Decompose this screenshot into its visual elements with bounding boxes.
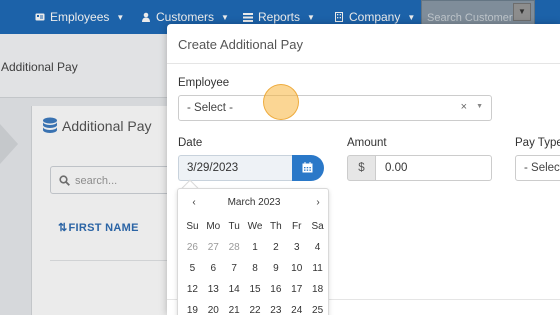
weekday-label: Tu [228, 221, 240, 232]
calendar-month-label[interactable]: March 2023 [178, 197, 330, 208]
day-cell[interactable]: 23 [265, 303, 286, 315]
day-cell[interactable]: 14 [224, 282, 245, 303]
week-row: 12 13 14 15 16 17 18 [182, 282, 328, 303]
day-cell[interactable]: 28 [224, 240, 245, 261]
day-cell[interactable]: 22 [245, 303, 266, 315]
weekday-label: Sa [311, 221, 324, 232]
amount-field[interactable]: 0.00 [375, 155, 492, 181]
weekday-label: Su [186, 221, 199, 232]
day-cell[interactable]: 25 [307, 303, 328, 315]
day-cell[interactable]: 24 [286, 303, 307, 315]
calendar-button[interactable] [292, 155, 324, 181]
week-row: 26 27 28 1 2 3 4 [182, 240, 328, 261]
week-row: 19 20 21 22 23 24 25 [182, 303, 328, 315]
amount-label: Amount [347, 137, 387, 149]
weekday-row: Su Mo Tu We Th Fr Sa [182, 219, 328, 240]
week-row: 5 6 7 8 9 10 11 [182, 261, 328, 282]
calendar-icon [302, 162, 313, 173]
employee-select-value: - Select - [187, 102, 234, 114]
weekday-label: Mo [206, 221, 221, 232]
day-cell[interactable]: 20 [203, 303, 224, 315]
day-cell[interactable]: 11 [307, 261, 328, 282]
date-picker-calendar: ‹ March 2023 › Su Mo Tu We Th Fr Sa 26 2… [177, 188, 329, 315]
weekday-label: Fr [292, 221, 302, 232]
weekday-label: Th [270, 221, 282, 232]
day-cell[interactable]: 26 [182, 240, 203, 261]
day-cell[interactable]: 5 [182, 261, 203, 282]
chevron-down-icon[interactable]: ▼ [476, 103, 483, 110]
currency-addon: $ [347, 155, 376, 181]
day-cell[interactable]: 2 [265, 240, 286, 261]
day-cell[interactable]: 1 [245, 240, 266, 261]
day-cell[interactable]: 19 [182, 303, 203, 315]
next-month-icon[interactable]: › [312, 197, 324, 208]
day-cell[interactable]: 9 [265, 261, 286, 282]
date-label: Date [178, 137, 203, 149]
day-cell[interactable]: 17 [286, 282, 307, 303]
day-cell[interactable]: 4 [307, 240, 328, 261]
weekday-label: We [247, 221, 263, 232]
day-cell[interactable]: 27 [203, 240, 224, 261]
date-field[interactable]: 3/29/2023 [178, 155, 294, 181]
cursor-highlight [263, 84, 299, 120]
modal-header-divider [167, 63, 560, 64]
employee-select[interactable]: - Select - × ▼ [178, 95, 492, 121]
modal-title: Create Additional Pay [178, 37, 304, 52]
day-cell[interactable]: 6 [203, 261, 224, 282]
day-cell[interactable]: 10 [286, 261, 307, 282]
pay-type-select[interactable]: - Select - [515, 155, 560, 181]
day-cell[interactable]: 8 [245, 261, 266, 282]
day-cell[interactable]: 7 [224, 261, 245, 282]
calendar-grid: Su Mo Tu We Th Fr Sa 26 27 28 1 2 3 4 5 … [182, 219, 328, 315]
employee-label: Employee [178, 77, 230, 89]
pay-type-label: Pay Type [515, 137, 560, 149]
calendar-header: ‹ March 2023 › [178, 197, 330, 211]
day-cell[interactable]: 21 [224, 303, 245, 315]
clear-icon[interactable]: × [461, 101, 467, 113]
day-cell[interactable]: 16 [265, 282, 286, 303]
day-cell[interactable]: 12 [182, 282, 203, 303]
day-cell[interactable]: 3 [286, 240, 307, 261]
day-cell[interactable]: 18 [307, 282, 328, 303]
day-cell[interactable]: 13 [203, 282, 224, 303]
day-cell[interactable]: 15 [245, 282, 266, 303]
